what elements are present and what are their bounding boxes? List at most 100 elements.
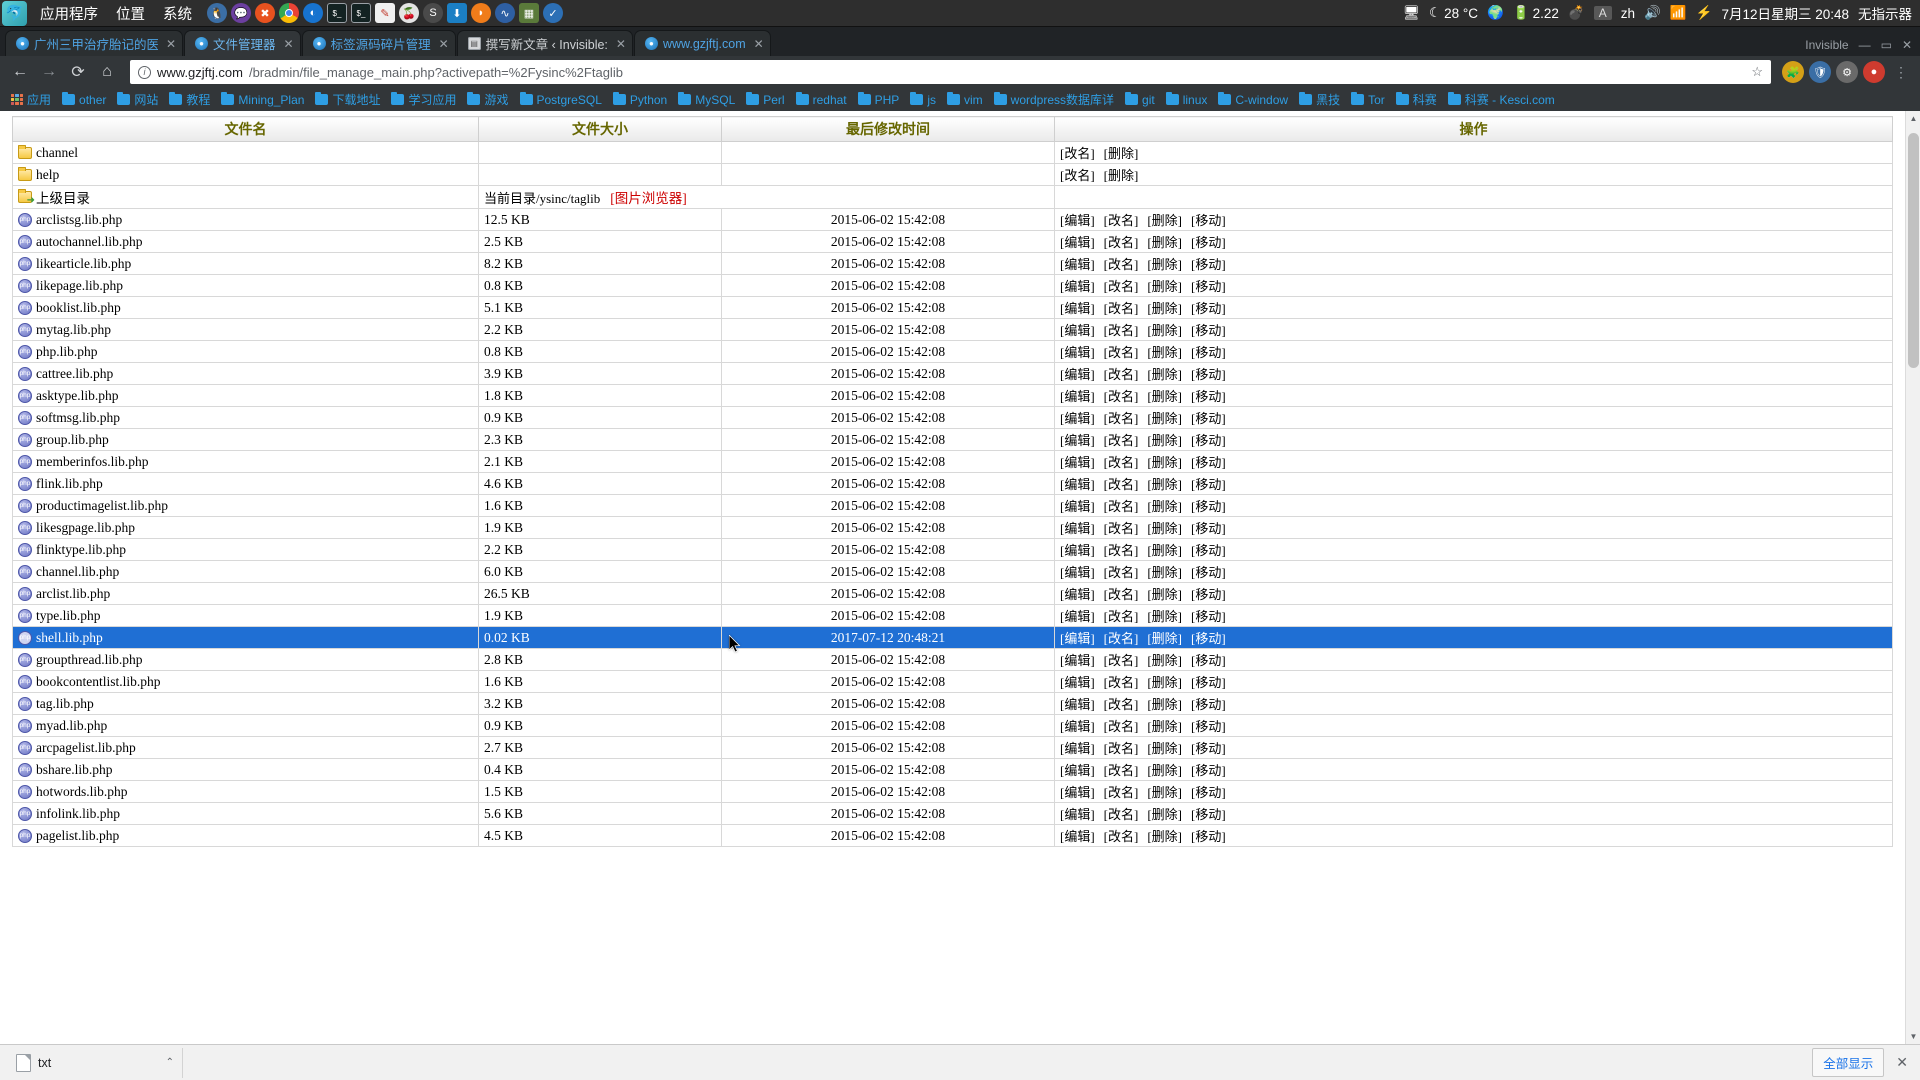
- op-delete-link[interactable]: [删除]: [1147, 565, 1182, 580]
- op-delete-link[interactable]: [删除]: [1147, 631, 1182, 646]
- op-rename-link[interactable]: [改名]: [1104, 543, 1139, 558]
- back-arrow-icon[interactable]: ←: [8, 60, 32, 84]
- xchat-icon[interactable]: ✖: [255, 3, 275, 23]
- bookmark-other[interactable]: other: [57, 91, 111, 109]
- bookmark-apps[interactable]: 应用: [6, 89, 56, 110]
- op-delete-link[interactable]: [删除]: [1147, 697, 1182, 712]
- op-move-link[interactable]: [移动]: [1191, 565, 1226, 580]
- speaker-icon[interactable]: 🔊: [1644, 5, 1661, 21]
- op-edit-link[interactable]: [编辑]: [1060, 279, 1095, 294]
- op-edit-link[interactable]: [编辑]: [1060, 565, 1095, 580]
- op-delete-link[interactable]: [删除]: [1147, 719, 1182, 734]
- op-move-link[interactable]: [移动]: [1191, 499, 1226, 514]
- browser-tab-0[interactable]: ● 广州三甲治疗胎记的医 ✕: [5, 30, 183, 56]
- table-row[interactable]: php cattree.lib.php 3.9 KB 2015-06-02 15:42…: [12, 362, 1893, 385]
- bookmark-games[interactable]: 游戏: [462, 89, 513, 110]
- address-bar[interactable]: i www.gzjftj.com /bradmin/file_manage_ma…: [130, 60, 1771, 84]
- power-bolt-icon[interactable]: ⚡: [1696, 5, 1713, 21]
- op-edit-link[interactable]: [编辑]: [1060, 631, 1095, 646]
- bomb-icon[interactable]: 💣: [1568, 5, 1585, 21]
- op-delete-link[interactable]: [删除]: [1147, 367, 1182, 382]
- op-move-link[interactable]: [移动]: [1191, 785, 1226, 800]
- op-delete-link[interactable]: [删除]: [1147, 807, 1182, 822]
- gear-extension-icon[interactable]: ⚙: [1836, 61, 1858, 83]
- op-edit-link[interactable]: [编辑]: [1060, 719, 1095, 734]
- table-row[interactable]: php arclistsg.lib.php 12.5 KB 2015-06-02 15…: [12, 208, 1893, 231]
- op-rename-link[interactable]: [改名]: [1104, 345, 1139, 360]
- browser-tab-1[interactable]: ● 文件管理器 ✕: [184, 30, 301, 56]
- op-delete-link[interactable]: [删除]: [1147, 301, 1182, 316]
- op-rename-link[interactable]: [改名]: [1104, 675, 1139, 690]
- cell-filename[interactable]: php bookcontentlist.lib.php: [12, 670, 479, 693]
- cell-filename[interactable]: php arcpagelist.lib.php: [12, 736, 479, 759]
- cell-filename[interactable]: php productimagelist.lib.php: [12, 494, 479, 517]
- chat-bubble-icon[interactable]: 💬: [231, 3, 251, 23]
- table-row[interactable]: php productimagelist.lib.php 1.6 KB 2015-06…: [12, 494, 1893, 517]
- op-delete-link[interactable]: [删除]: [1104, 168, 1139, 183]
- menu-places[interactable]: 位置: [107, 3, 154, 24]
- op-delete-link[interactable]: [删除]: [1147, 323, 1182, 338]
- table-row[interactable]: php flinktype.lib.php 2.2 KB 2015-06-02 15:…: [12, 538, 1893, 561]
- cell-filename[interactable]: php group.lib.php: [12, 428, 479, 451]
- table-row[interactable]: php likearticle.lib.php 8.2 KB 2015-06-02 1…: [12, 252, 1893, 275]
- op-move-link[interactable]: [移动]: [1191, 543, 1226, 558]
- table-row[interactable]: php likepage.lib.php 0.8 KB 2015-06-02 15:4…: [12, 274, 1893, 297]
- op-rename-link[interactable]: [改名]: [1104, 785, 1139, 800]
- op-move-link[interactable]: [移动]: [1191, 235, 1226, 250]
- op-move-link[interactable]: [移动]: [1191, 411, 1226, 426]
- op-delete-link[interactable]: [删除]: [1147, 257, 1182, 272]
- home-icon[interactable]: ⌂: [95, 60, 119, 84]
- browser-tab-4[interactable]: ● www.gzjftj.com ✕: [633, 30, 771, 56]
- display-icon[interactable]: 🖥: [1403, 5, 1420, 21]
- cell-filename[interactable]: php pagelist.lib.php: [12, 824, 479, 847]
- bookmark-linux[interactable]: linux: [1161, 91, 1213, 109]
- table-row[interactable]: php bookcontentlist.lib.php 1.6 KB 2015-06-…: [12, 670, 1893, 693]
- cell-filename[interactable]: php myad.lib.php: [12, 714, 479, 737]
- cherry-icon[interactable]: 🍒: [399, 3, 419, 23]
- window-minimize-button[interactable]: —: [1859, 38, 1871, 52]
- weather-indicator[interactable]: ☾ 28 °C: [1429, 5, 1478, 21]
- op-move-link[interactable]: [移动]: [1191, 213, 1226, 228]
- table-row[interactable]: channel [改名] [删除]: [12, 141, 1893, 164]
- bookmark-postgresql[interactable]: PostgreSQL: [515, 91, 607, 109]
- bookmark-download-addresses[interactable]: 下载地址: [310, 89, 385, 110]
- scroll-up-icon[interactable]: ▲: [1906, 111, 1920, 126]
- op-move-link[interactable]: [移动]: [1191, 719, 1226, 734]
- cell-filename[interactable]: php hotwords.lib.php: [12, 780, 479, 803]
- op-delete-link[interactable]: [删除]: [1147, 477, 1182, 492]
- bookmark-learning-apps[interactable]: 学习应用: [386, 89, 461, 110]
- chevron-up-icon[interactable]: ⌃: [166, 1057, 174, 1068]
- red-dot-extension-icon[interactable]: ●: [1863, 61, 1885, 83]
- op-delete-link[interactable]: [删除]: [1147, 213, 1182, 228]
- globe-icon[interactable]: 🌍: [1487, 5, 1504, 21]
- op-edit-link[interactable]: [编辑]: [1060, 763, 1095, 778]
- op-delete-link[interactable]: [删除]: [1147, 609, 1182, 624]
- op-edit-link[interactable]: [编辑]: [1060, 807, 1095, 822]
- op-move-link[interactable]: [移动]: [1191, 807, 1226, 822]
- tab-close-icon[interactable]: ✕: [163, 37, 176, 51]
- cell-filename[interactable]: php type.lib.php: [12, 604, 479, 627]
- op-rename-link[interactable]: [改名]: [1104, 323, 1139, 338]
- table-row[interactable]: php bshare.lib.php 0.4 KB 2015-06-02 15:42:…: [12, 758, 1893, 781]
- op-move-link[interactable]: [移动]: [1191, 697, 1226, 712]
- keyboard-layout-badge[interactable]: A: [1593, 6, 1612, 20]
- bookmark-perl[interactable]: Perl: [741, 91, 789, 109]
- tab-close-icon[interactable]: ✕: [613, 37, 626, 51]
- op-rename-link[interactable]: [改名]: [1060, 168, 1095, 183]
- op-rename-link[interactable]: [改名]: [1104, 653, 1139, 668]
- op-edit-link[interactable]: [编辑]: [1060, 323, 1095, 338]
- table-row[interactable]: php mytag.lib.php 2.2 KB 2015-06-02 15:42:0…: [12, 318, 1893, 341]
- op-rename-link[interactable]: [改名]: [1104, 521, 1139, 536]
- op-edit-link[interactable]: [编辑]: [1060, 587, 1095, 602]
- table-row[interactable]: php group.lib.php 2.3 KB 2015-06-02 15:42:0…: [12, 428, 1893, 451]
- op-edit-link[interactable]: [编辑]: [1060, 675, 1095, 690]
- op-edit-link[interactable]: [编辑]: [1060, 389, 1095, 404]
- minecraft-icon[interactable]: ▦: [519, 3, 539, 23]
- penguin-icon[interactable]: 🐧: [207, 3, 227, 23]
- bookmark-git[interactable]: git: [1120, 91, 1160, 109]
- op-edit-link[interactable]: [编辑]: [1060, 477, 1095, 492]
- op-edit-link[interactable]: [编辑]: [1060, 213, 1095, 228]
- op-delete-link[interactable]: [删除]: [1147, 521, 1182, 536]
- op-edit-link[interactable]: [编辑]: [1060, 235, 1095, 250]
- cell-filename[interactable]: php cattree.lib.php: [12, 362, 479, 385]
